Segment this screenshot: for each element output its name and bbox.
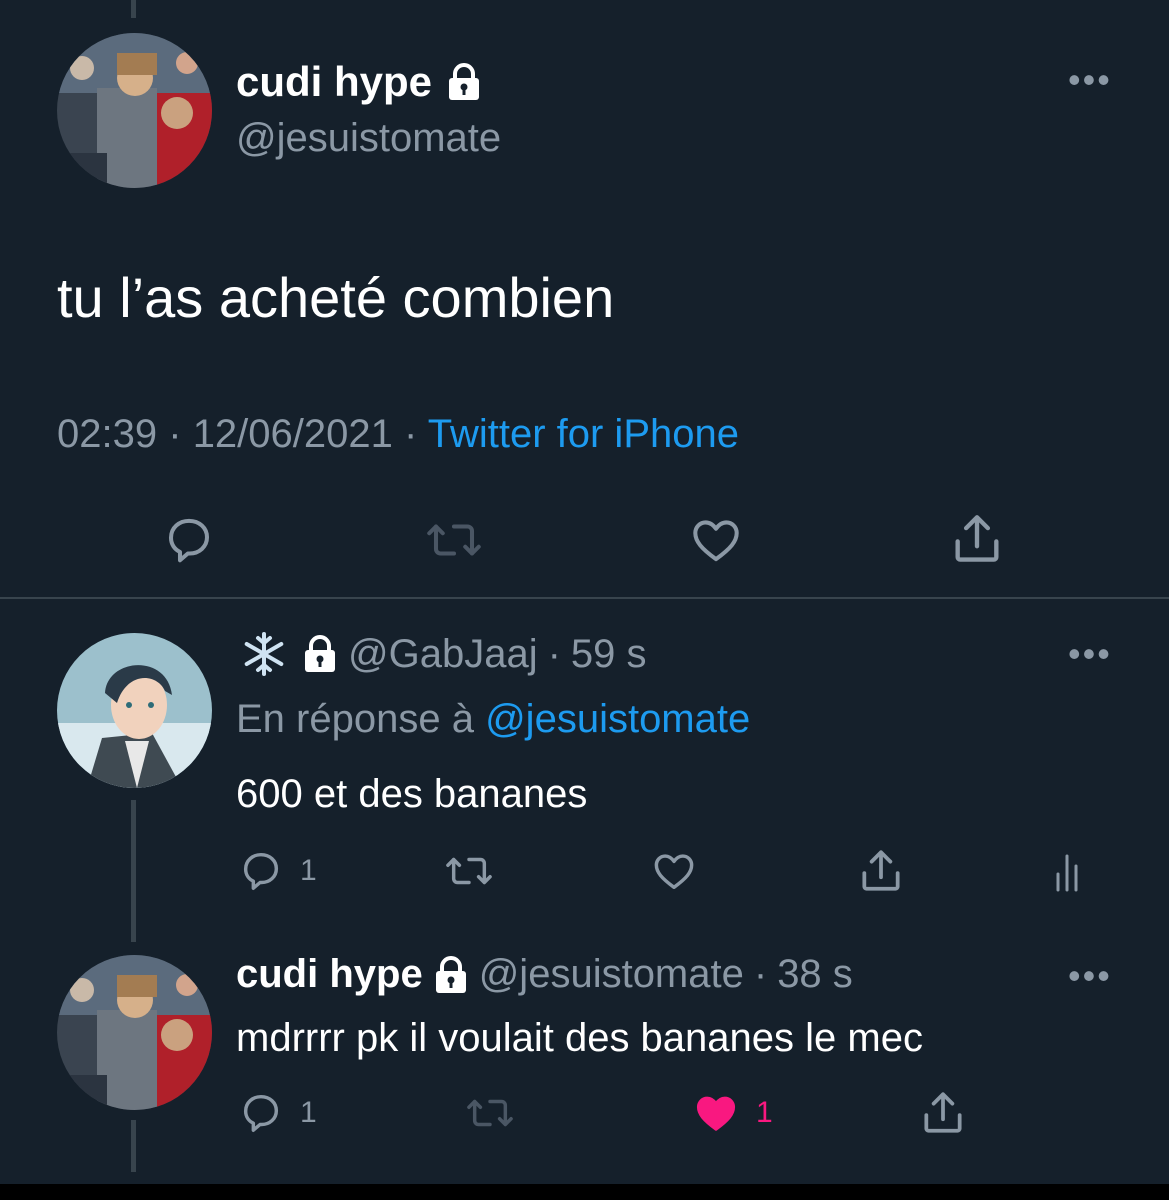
tweet-thread-screen: cudi hype @jesuistomate ••• tu l’as ache… xyxy=(0,0,1169,1200)
more-icon[interactable]: ••• xyxy=(1068,636,1112,672)
reply-2-display-name[interactable]: cudi hype xyxy=(236,952,423,997)
replying-to-prefix: En réponse à xyxy=(236,697,474,741)
avatar-reply-2[interactable] xyxy=(57,955,212,1110)
like-icon xyxy=(650,848,698,894)
main-tweet-meta: 02:39 · 12/06/2021 · Twitter for iPhone xyxy=(57,412,739,457)
main-display-name[interactable]: cudi hype xyxy=(236,58,432,106)
retweet-icon xyxy=(443,848,495,894)
reply-1-replying-to: En réponse à @jesuistomate xyxy=(236,697,750,742)
analytics-icon xyxy=(1054,852,1088,892)
thread-line-reply-2 xyxy=(131,1120,136,1172)
lock-icon xyxy=(446,63,482,101)
bottom-edge-bar xyxy=(0,1184,1169,1200)
reply-icon xyxy=(238,848,284,894)
tweet-time: 02:39 xyxy=(57,412,158,456)
meta-separator: · xyxy=(168,412,182,456)
reply-1-separator: · xyxy=(547,631,561,676)
reply-2-header: cudi hype @jesuistomate · 38 s xyxy=(236,952,853,997)
reply-1-reply-count: 1 xyxy=(300,854,317,887)
retweet-icon xyxy=(464,1090,516,1136)
reply-1-retweet-button[interactable] xyxy=(443,848,495,894)
main-share-button[interactable] xyxy=(948,510,1006,568)
replying-to-mention[interactable]: @jesuistomate xyxy=(485,697,750,741)
reply-1-share-button[interactable] xyxy=(856,846,906,896)
main-reply-button[interactable] xyxy=(162,513,216,567)
lock-icon xyxy=(433,955,469,994)
reply-1-header: ❄️ @GabJaaj · 59 s xyxy=(236,630,647,678)
reply-2-separator: · xyxy=(753,952,768,996)
reply-1-like-button[interactable] xyxy=(650,848,714,894)
reply-2-text: mdrrrr pk il voulait des bananes le mec xyxy=(236,1016,923,1060)
reply-2-share-button[interactable] xyxy=(918,1088,968,1138)
share-icon xyxy=(948,510,1006,568)
reply-icon xyxy=(238,1090,284,1136)
main-tweet-text: tu l’as acheté combien xyxy=(57,266,615,329)
divider xyxy=(0,597,1169,599)
share-icon xyxy=(918,1088,968,1138)
more-icon[interactable]: ••• xyxy=(1068,958,1112,994)
avatar-reply-1[interactable] xyxy=(57,633,212,788)
reply-1-time[interactable]: 59 s xyxy=(571,632,647,677)
main-author-name-row[interactable]: cudi hype xyxy=(236,58,482,106)
meta-separator: · xyxy=(404,412,418,456)
tweet-date: 12/06/2021 xyxy=(192,412,393,456)
main-handle[interactable]: @jesuistomate xyxy=(236,116,501,161)
reply-1-reply-button[interactable]: 1 xyxy=(238,848,317,894)
lock-icon xyxy=(302,635,338,673)
reply-icon xyxy=(162,513,216,567)
reply-2-like-button[interactable]: 1 xyxy=(692,1090,773,1136)
share-icon xyxy=(856,846,906,896)
snowflake-icon xyxy=(236,630,292,678)
thread-line-reply-1 xyxy=(131,800,136,942)
retweet-icon xyxy=(424,513,484,567)
like-icon xyxy=(688,513,744,567)
avatar-main[interactable] xyxy=(57,33,212,188)
reply-2-reply-button[interactable]: 1 xyxy=(238,1090,317,1136)
more-icon[interactable]: ••• xyxy=(1068,62,1112,98)
thread-line-top xyxy=(131,0,136,18)
reply-1-handle[interactable]: @GabJaaj xyxy=(348,632,538,677)
reply-1-text: 600 et des bananes xyxy=(236,772,588,816)
main-retweet-button[interactable] xyxy=(424,513,484,567)
main-like-button[interactable] xyxy=(688,513,744,567)
reply-2-like-count: 1 xyxy=(756,1096,773,1129)
tweet-source-link[interactable]: Twitter for iPhone xyxy=(428,412,739,456)
like-icon-filled xyxy=(692,1090,740,1136)
reply-2-time[interactable]: 38 s xyxy=(777,952,853,997)
reply-2-reply-count: 1 xyxy=(300,1096,317,1129)
reply-2-handle[interactable]: @jesuistomate xyxy=(479,952,744,997)
reply-2-retweet-button[interactable] xyxy=(464,1090,516,1136)
reply-1-analytics-button[interactable] xyxy=(1054,852,1088,892)
